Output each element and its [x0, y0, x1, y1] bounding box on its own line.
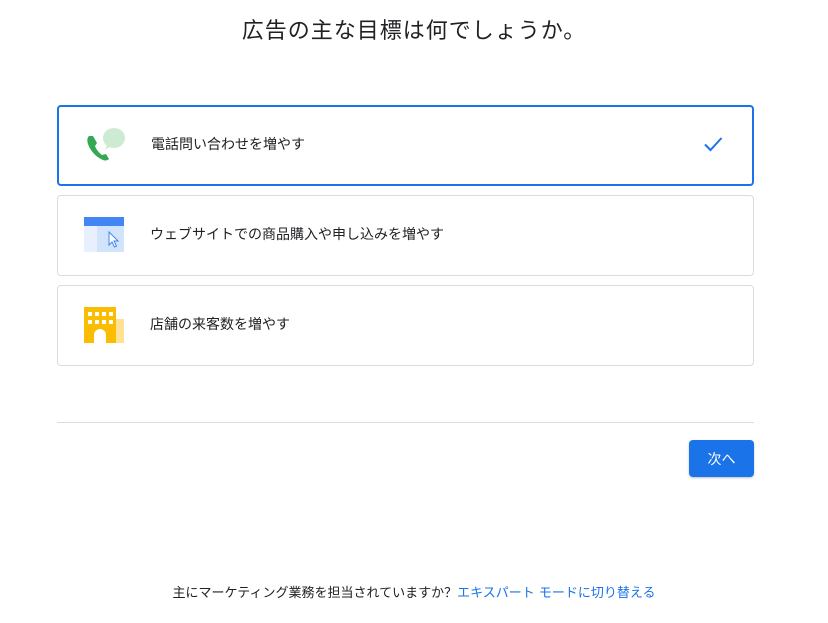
goal-selection-page: 広告の主な目標は何でしょうか。 電話問い合わせを増やす ウェブサイトでの商品購入…: [0, 0, 828, 623]
browser-cursor-icon: [84, 217, 124, 252]
goal-option-label: ウェブサイトでの商品購入や申し込みを増やす: [150, 227, 444, 243]
goal-options-list: 電話問い合わせを増やす ウェブサイトでの商品購入や申し込みを増やす 店舗の来客数…: [57, 105, 754, 375]
goal-option-label: 電話問い合わせを増やす: [151, 137, 305, 153]
footer: 主にマーケティング業務を担当されていますか？エキスパート モードに切り替える: [0, 582, 828, 601]
goal-option-calls[interactable]: 電話問い合わせを増やす: [57, 105, 754, 186]
check-icon: [704, 137, 723, 152]
divider: [57, 422, 754, 423]
goal-option-label: 店舗の来客数を増やす: [150, 317, 290, 333]
footer-question: 主にマーケティング業務を担当されていますか？: [172, 586, 458, 601]
phone-chat-icon: [87, 128, 125, 161]
store-building-icon: [84, 307, 124, 343]
goal-option-store[interactable]: 店舗の来客数を増やす: [57, 285, 754, 366]
expert-mode-link[interactable]: エキスパート モードに切り替える: [457, 586, 655, 601]
page-title: 広告の主な目標は何でしょうか。: [241, 19, 587, 44]
next-button[interactable]: 次へ: [689, 440, 754, 477]
goal-option-website[interactable]: ウェブサイトでの商品購入や申し込みを増やす: [57, 195, 754, 276]
